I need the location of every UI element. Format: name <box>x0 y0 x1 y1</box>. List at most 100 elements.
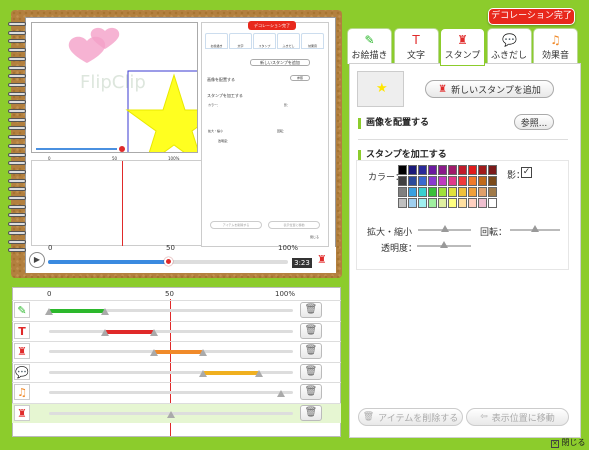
ring <box>8 74 26 79</box>
color-swatch[interactable] <box>458 165 467 175</box>
slider-handle[interactable] <box>531 225 539 232</box>
timeline-track[interactable] <box>49 329 293 333</box>
color-swatch[interactable] <box>488 165 497 175</box>
color-swatch[interactable] <box>398 176 407 186</box>
tab-label: 効果音 <box>541 51 569 61</box>
color-swatch[interactable] <box>408 165 417 175</box>
color-swatch[interactable] <box>438 165 447 175</box>
color-swatch[interactable] <box>478 176 487 186</box>
color-swatch[interactable] <box>458 198 467 208</box>
timeline-handle[interactable] <box>45 308 53 315</box>
delete-item-button[interactable]: 🗑 アイテムを削除する <box>358 408 463 426</box>
color-palette[interactable] <box>398 165 497 208</box>
tool-tabs: ✎ お絵描き T 文字 ♜ スタンプ 💬 ふきだし ♫ 効果音 <box>347 28 581 66</box>
timeline-handle[interactable] <box>101 308 110 315</box>
shadow-checkbox[interactable]: ✓ <box>521 167 532 178</box>
timeline-handle[interactable] <box>254 369 263 377</box>
color-swatch[interactable] <box>488 198 497 208</box>
scale-slider[interactable] <box>418 225 471 232</box>
color-swatch[interactable] <box>418 165 427 175</box>
color-swatch[interactable] <box>438 176 447 186</box>
close-button[interactable]: × 閉じる <box>551 437 586 448</box>
timeline-handle[interactable] <box>149 349 158 356</box>
color-swatch[interactable] <box>468 198 477 208</box>
decoration-done-button[interactable]: デコレーション完了 <box>488 8 575 25</box>
tab-label: お絵描き <box>351 51 388 61</box>
play-button[interactable]: ▶ <box>29 252 45 268</box>
color-swatch[interactable] <box>478 187 487 197</box>
color-swatch[interactable] <box>488 176 497 186</box>
slider-handle[interactable] <box>440 241 448 248</box>
color-swatch[interactable] <box>458 176 467 186</box>
color-swatch[interactable] <box>428 176 437 186</box>
tab-pencil[interactable]: ✎ お絵描き <box>347 28 392 64</box>
color-swatch[interactable] <box>408 198 417 208</box>
timeline-handle[interactable] <box>149 328 158 336</box>
color-swatch[interactable] <box>398 187 407 197</box>
color-swatch[interactable] <box>428 165 437 175</box>
color-swatch[interactable] <box>488 187 497 197</box>
timeline-segment[interactable] <box>153 350 203 354</box>
color-swatch[interactable] <box>398 165 407 175</box>
ring <box>8 248 26 253</box>
trash-icon[interactable]: 🗑 <box>300 404 322 421</box>
timeline-segment[interactable] <box>202 370 259 375</box>
stamp-icon: ♜ <box>457 33 468 47</box>
ring <box>8 30 26 35</box>
rotate-slider[interactable] <box>510 225 560 232</box>
color-swatch[interactable] <box>418 176 427 186</box>
tab-music-note[interactable]: ♫ 効果音 <box>533 28 578 64</box>
color-swatch[interactable] <box>468 187 477 197</box>
timeline-segment[interactable] <box>105 329 154 334</box>
color-swatch[interactable] <box>408 187 417 197</box>
color-swatch[interactable] <box>468 176 477 186</box>
timeline-handle[interactable] <box>276 390 285 397</box>
color-swatch[interactable] <box>418 187 427 197</box>
move-to-position-button[interactable]: ⇦ 表示位置に移動 <box>466 408 569 426</box>
color-swatch[interactable] <box>448 176 457 186</box>
timeline-handle[interactable] <box>167 410 175 418</box>
opacity-slider[interactable] <box>417 241 471 248</box>
color-swatch[interactable] <box>438 198 447 208</box>
trash-icon[interactable]: 🗑 <box>300 363 322 380</box>
color-swatch[interactable] <box>448 187 457 197</box>
stamp-thumbnail[interactable]: ★ <box>357 71 404 107</box>
tab-stamp[interactable]: ♜ スタンプ <box>440 28 485 66</box>
timeline-handle[interactable] <box>198 369 207 377</box>
trash-icon[interactable]: 🗑 <box>300 343 322 359</box>
close-icon: × <box>551 440 559 448</box>
color-swatch[interactable] <box>448 198 457 208</box>
color-swatch[interactable] <box>468 165 477 175</box>
color-swatch[interactable] <box>478 165 487 175</box>
color-swatch[interactable] <box>398 198 407 208</box>
new-stamp-button[interactable]: ♜ 新しいスタンプを追加 <box>425 80 554 98</box>
timeline-track[interactable] <box>49 391 293 394</box>
trash-icon[interactable]: 🗑 <box>300 302 322 318</box>
tab-text-t[interactable]: T 文字 <box>393 28 439 64</box>
color-swatch[interactable] <box>418 198 427 208</box>
tab-label: スタンプ <box>444 51 481 61</box>
ring <box>8 152 26 157</box>
timeline-handle[interactable] <box>101 328 110 336</box>
color-swatch[interactable] <box>408 176 417 186</box>
color-swatch[interactable] <box>438 187 447 197</box>
color-swatch[interactable] <box>428 198 437 208</box>
tab-speech-bubble[interactable]: 💬 ふきだし <box>486 28 532 64</box>
pencil-icon: ✎ <box>14 302 30 318</box>
browse-button[interactable]: 参照... <box>514 114 554 130</box>
trash-icon[interactable]: 🗑 <box>300 322 322 339</box>
preview-canvas[interactable]: FlipClip <box>31 22 198 153</box>
color-swatch[interactable] <box>448 165 457 175</box>
timeline-segment[interactable] <box>49 309 106 313</box>
slider-handle[interactable] <box>440 225 449 232</box>
color-swatch[interactable] <box>458 187 467 197</box>
timeline-mark-start: 0 <box>47 290 52 298</box>
timeline-handle[interactable] <box>198 349 207 356</box>
trash-icon[interactable]: 🗑 <box>300 384 322 400</box>
arrow-left-icon: ⇦ <box>480 412 488 422</box>
seek-handle[interactable] <box>163 257 173 266</box>
color-swatch[interactable] <box>428 187 437 197</box>
color-swatch[interactable] <box>478 198 487 208</box>
ring <box>8 48 26 53</box>
ring <box>8 126 26 131</box>
